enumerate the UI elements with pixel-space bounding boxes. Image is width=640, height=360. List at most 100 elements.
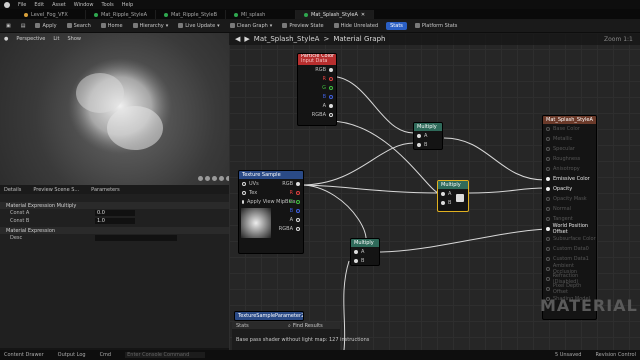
viewport-menu-icon[interactable]: ● (4, 36, 8, 42)
custom-data0-pin[interactable]: Custom Data0 (543, 244, 596, 254)
clean-graph-icon (229, 23, 235, 28)
a-input-pin[interactable]: A (414, 131, 442, 140)
tab-preview-scene-settings[interactable]: Preview Scene S... (33, 187, 79, 193)
roughness-pin[interactable]: Roughness (543, 154, 596, 164)
category-material-expression[interactable]: Material Expression (0, 227, 229, 234)
save-icon[interactable]: ▣ (4, 22, 13, 30)
multiply-output-pin[interactable] (456, 194, 465, 202)
world-position-offset-pin[interactable]: World Position Offset (543, 223, 596, 235)
cylinder-icon[interactable] (198, 176, 203, 181)
particle-color-node[interactable]: Particle Color Input Data RGB R G B A RGB… (297, 53, 337, 126)
tab-details[interactable]: Details (4, 187, 21, 193)
live-update-button[interactable]: Live Update ▾ (176, 22, 221, 30)
details-search[interactable] (0, 194, 229, 202)
preview-state-button[interactable]: Preview State (280, 22, 325, 30)
unsaved-button[interactable]: 5 Unsaved (555, 352, 581, 358)
preview-viewport[interactable] (0, 33, 229, 185)
content-drawer-button[interactable]: Content Drawer (4, 352, 44, 358)
tab-splash-a[interactable]: Mat_Splash_StyleA ✕ (296, 10, 375, 19)
output-log-button[interactable]: Output Log (58, 352, 86, 358)
normal-pin[interactable]: Normal (543, 204, 596, 214)
console-input[interactable]: Enter Console Command (125, 352, 206, 358)
platform-stats-button[interactable]: Platform Stats (413, 22, 459, 30)
rgb-output-pin[interactable]: RGB (298, 65, 336, 74)
uvs-input-pin[interactable]: UVs (239, 179, 273, 188)
cmd-dropdown[interactable]: Cmd (100, 352, 112, 358)
tab-parameters[interactable]: Parameters (91, 187, 120, 193)
r-output-pin[interactable]: R (273, 188, 303, 197)
r-output-pin[interactable]: R (298, 74, 336, 83)
base-color-pin[interactable]: Base Color (543, 124, 596, 134)
material-icon (94, 12, 98, 17)
g-output-pin[interactable]: G (298, 83, 336, 92)
lit-button[interactable]: Lit (53, 36, 59, 42)
menu-asset[interactable]: Asset (52, 2, 66, 8)
clean-graph-button[interactable]: Clean Graph ▾ (228, 22, 275, 30)
const-b-field[interactable]: 1.0 (95, 218, 135, 224)
subsurface-color-pin[interactable]: Subsurface Color (543, 234, 596, 244)
close-tab-icon[interactable]: ✕ (361, 12, 365, 18)
menu-help[interactable]: Help (122, 2, 133, 8)
apply-button[interactable]: Apply (33, 22, 58, 30)
b-input-pin[interactable]: B (414, 140, 442, 149)
tab-stats[interactable]: Stats (232, 322, 340, 329)
plane-icon[interactable] (212, 176, 217, 181)
multiply-node[interactable]: Multiply A B (413, 122, 443, 150)
desc-field[interactable] (95, 235, 177, 241)
details-panel: Material Expression Multiply Const A 0.0 … (0, 194, 229, 348)
material-result-node[interactable]: Mat_Splash_StyleA Base Color Metallic Sp… (542, 115, 597, 320)
breadcrumb-material[interactable]: Mat_Splash_StyleA (254, 35, 320, 43)
opacity-pin[interactable]: Opacity (543, 184, 596, 194)
tab-ripple-b[interactable]: Mat_Ripple_StyleB (156, 10, 227, 19)
cube-icon[interactable] (219, 176, 224, 181)
menu-file[interactable]: File (18, 2, 26, 8)
pixel-depth-offset-pin[interactable]: Pixel Depth Offset (543, 283, 596, 295)
tab-ripple-a[interactable]: Mat_Ripple_StyleA (86, 10, 156, 19)
tab-find-results[interactable]: ⌕ Find Results (288, 322, 323, 329)
emissive-color-pin[interactable]: Emissive Color (543, 174, 596, 184)
specular-pin[interactable]: Specular (543, 144, 596, 154)
tex-input-pin[interactable]: Tex (239, 188, 273, 197)
b-input-pin[interactable]: B (351, 256, 379, 265)
unreal-logo-icon[interactable] (4, 1, 10, 8)
a-input-pin[interactable]: A (438, 189, 454, 198)
const-a-field[interactable]: 0.0 (95, 210, 135, 216)
menu-window[interactable]: Window (74, 2, 94, 8)
rgba-output-pin[interactable]: RGBA (273, 224, 303, 233)
rgb-output-pin[interactable]: RGB (273, 179, 303, 188)
perspective-button[interactable]: Perspective (16, 36, 45, 42)
browse-icon[interactable]: ▤ (19, 22, 28, 30)
back-arrow-icon[interactable]: ◀ (235, 35, 240, 43)
category-material-expression-multiply[interactable]: Material Expression Multiply (0, 202, 229, 209)
opacity-mask-pin[interactable]: Opacity Mask (543, 194, 596, 204)
b-output-pin[interactable]: B (298, 92, 336, 101)
mipbias-input-pin[interactable]: Apply View MipBias (239, 197, 296, 206)
a-output-pin[interactable]: A (298, 101, 336, 110)
b-input-pin[interactable]: B (438, 198, 454, 207)
revision-control-button[interactable]: Revision Control (595, 352, 636, 358)
hierarchy-button[interactable]: Hierarchy ▾ (131, 22, 171, 30)
multiply-node-selected[interactable]: Multiply A B (437, 180, 469, 212)
rgba-output-pin[interactable]: RGBA (298, 110, 336, 119)
home-button[interactable]: Home (99, 22, 125, 30)
forward-arrow-icon[interactable]: ▶ (244, 35, 249, 43)
multiply-node[interactable]: Multiply A B (350, 238, 380, 266)
anisotropy-pin[interactable]: Anisotropy (543, 164, 596, 174)
a-input-pin[interactable]: A (351, 247, 379, 256)
metallic-pin[interactable]: Metallic (543, 134, 596, 144)
breadcrumb-graph[interactable]: Material Graph (333, 35, 385, 43)
tab-mi-splash[interactable]: MI_splash (226, 10, 297, 19)
show-button[interactable]: Show (67, 36, 81, 42)
search-button[interactable]: Search (65, 22, 93, 30)
g-output-pin[interactable]: G (273, 197, 303, 206)
texture-sample-node[interactable]: Texture Sample UVs Tex Apply View MipBia… (238, 170, 304, 254)
sphere-icon[interactable] (205, 176, 210, 181)
menu-tools[interactable]: Tools (101, 2, 113, 8)
menu-edit[interactable]: Edit (34, 2, 44, 8)
a-output-pin[interactable]: A (273, 215, 303, 224)
b-output-pin[interactable]: B (273, 206, 303, 215)
texture-parameter-node[interactable]: TextureSampleParameter2D (234, 311, 304, 321)
tab-level-fog[interactable]: Level_Fog_VFX (16, 10, 86, 19)
stats-button[interactable]: Stats (386, 21, 407, 30)
hide-unrelated-button[interactable]: Hide Unrelated (332, 22, 381, 30)
